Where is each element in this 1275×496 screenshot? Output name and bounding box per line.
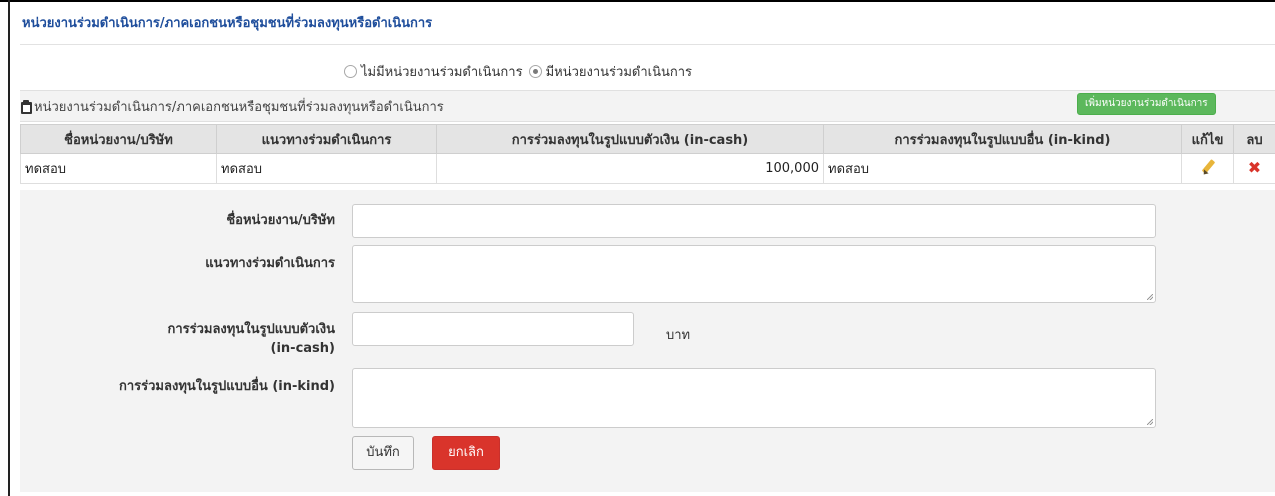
section-title: หน่วยงานร่วมดำเนินการ/ภาคเอกชนหรือชุมชนท…	[22, 16, 433, 31]
panel-title-text: หน่วยงานร่วมดำเนินการ/ภาคเอกชนหรือชุมชนท…	[34, 100, 444, 115]
name-input[interactable]	[352, 204, 1156, 238]
window-left-border	[8, 0, 10, 496]
has-partner-label[interactable]: มีหน่วยงานร่วมดำเนินการ	[546, 61, 692, 82]
in-cash-label: การร่วมลงทุนในรูปแบบตัวเงิน (in-cash)	[167, 320, 335, 358]
no-partner-label[interactable]: ไม่มีหน่วยงานร่วมดำเนินการ	[361, 61, 523, 82]
in-cash-input[interactable]	[352, 312, 634, 346]
delete-icon[interactable]: ✖	[1248, 158, 1261, 177]
title-divider	[20, 44, 1275, 45]
col-header-name: ชื่อหน่วยงาน/บริษัท	[20, 124, 217, 154]
pencil-icon[interactable]	[1200, 158, 1216, 176]
resize-grip-icon[interactable]	[1147, 294, 1153, 300]
cancel-button[interactable]: ยกเลิก	[432, 436, 500, 470]
approach-textarea[interactable]	[352, 245, 1156, 303]
in-cash-label-line1: การร่วมลงทุนในรูปแบบตัวเงิน	[167, 322, 335, 337]
cell-in-cash: 100,000	[436, 153, 824, 184]
name-label: ชื่อหน่วยงาน/บริษัท	[226, 213, 335, 228]
cell-delete: ✖	[1233, 153, 1275, 184]
window-top-border	[0, 0, 1275, 2]
col-header-delete: ลบ	[1233, 124, 1275, 154]
save-button[interactable]: บันทึก	[352, 436, 414, 470]
col-header-in-cash: การร่วมลงทุนในรูปแบบตัวเงิน (in-cash)	[436, 124, 824, 154]
clipboard-icon	[20, 99, 32, 114]
col-header-approach: แนวทางร่วมดำเนินการ	[216, 124, 437, 154]
partner-option-group: ไม่มีหน่วยงานร่วมดำเนินการ มีหน่วยงานร่ว…	[344, 61, 698, 82]
cell-name: ทดสอบ	[20, 153, 217, 184]
cell-approach: ทดสอบ	[216, 153, 437, 184]
in-cash-unit: บาท	[666, 328, 691, 343]
in-kind-textarea[interactable]	[352, 368, 1156, 428]
panel-title: หน่วยงานร่วมดำเนินการ/ภาคเอกชนหรือชุมชนท…	[20, 96, 444, 117]
approach-label: แนวทางร่วมดำเนินการ	[205, 256, 335, 271]
in-cash-label-line2: (in-cash)	[270, 341, 335, 356]
partner-table: ชื่อหน่วยงาน/บริษัท แนวทางร่วมดำเนินการ …	[20, 124, 1275, 184]
col-header-in-kind: การร่วมลงทุนในรูปแบบอื่น (in-kind)	[823, 124, 1182, 154]
has-partner-radio[interactable]	[528, 65, 542, 78]
no-partner-radio[interactable]	[344, 65, 357, 78]
in-kind-label: การร่วมลงทุนในรูปแบบอื่น (in-kind)	[119, 379, 335, 394]
resize-grip-icon[interactable]	[1147, 419, 1153, 425]
cell-edit	[1181, 153, 1234, 184]
add-partner-button[interactable]: เพิ่มหน่วยงานร่วมดำเนินการ	[1077, 93, 1216, 115]
table-header-row: ชื่อหน่วยงาน/บริษัท แนวทางร่วมดำเนินการ …	[20, 124, 1275, 154]
table-row: ทดสอบ ทดสอบ 100,000 ทดสอบ ✖	[20, 153, 1275, 184]
col-header-edit: แก้ไข	[1181, 124, 1234, 154]
cell-in-kind: ทดสอบ	[823, 153, 1182, 184]
